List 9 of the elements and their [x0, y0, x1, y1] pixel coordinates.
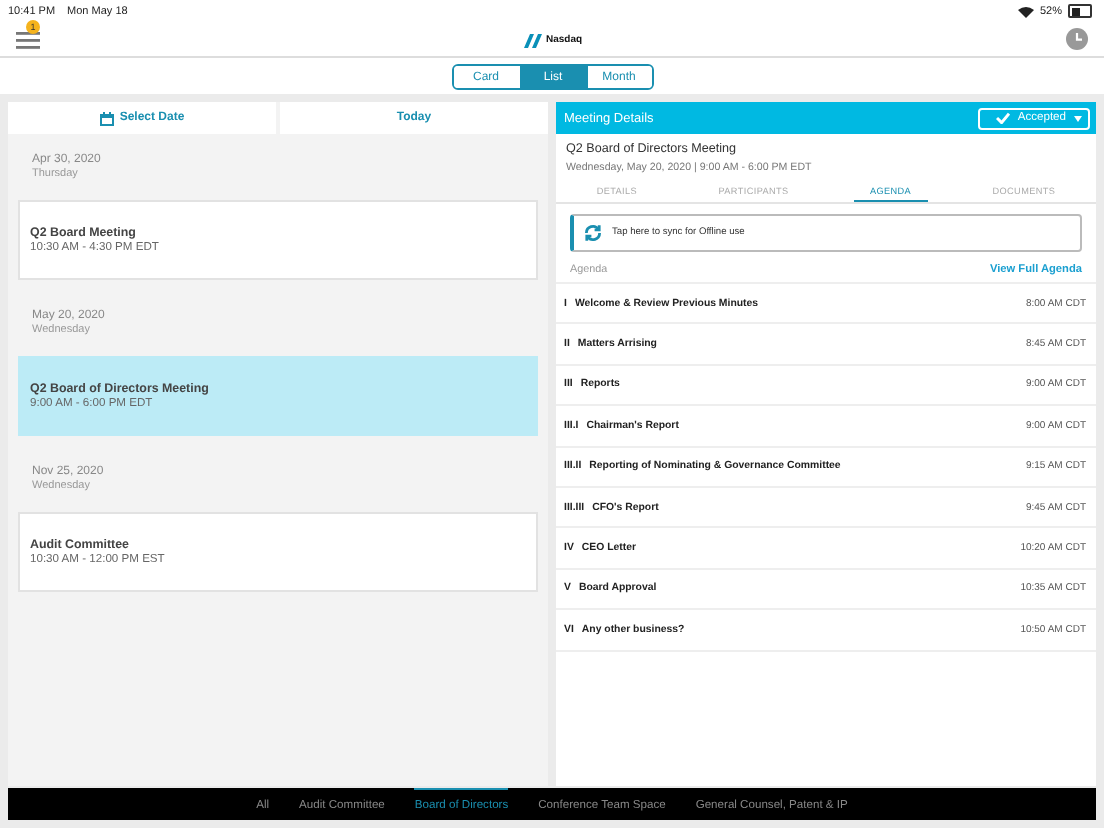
- battery-icon: [1068, 4, 1092, 18]
- calendar-icon: [99, 111, 114, 125]
- sync-icon: [584, 224, 602, 242]
- wifi-icon: [1017, 5, 1034, 17]
- clock-icon[interactable]: [1066, 28, 1088, 50]
- logo-icon: [523, 31, 544, 47]
- check-icon: [995, 112, 1010, 124]
- caret-icon: [1074, 115, 1082, 121]
- menu-icon[interactable]: [16, 29, 40, 49]
